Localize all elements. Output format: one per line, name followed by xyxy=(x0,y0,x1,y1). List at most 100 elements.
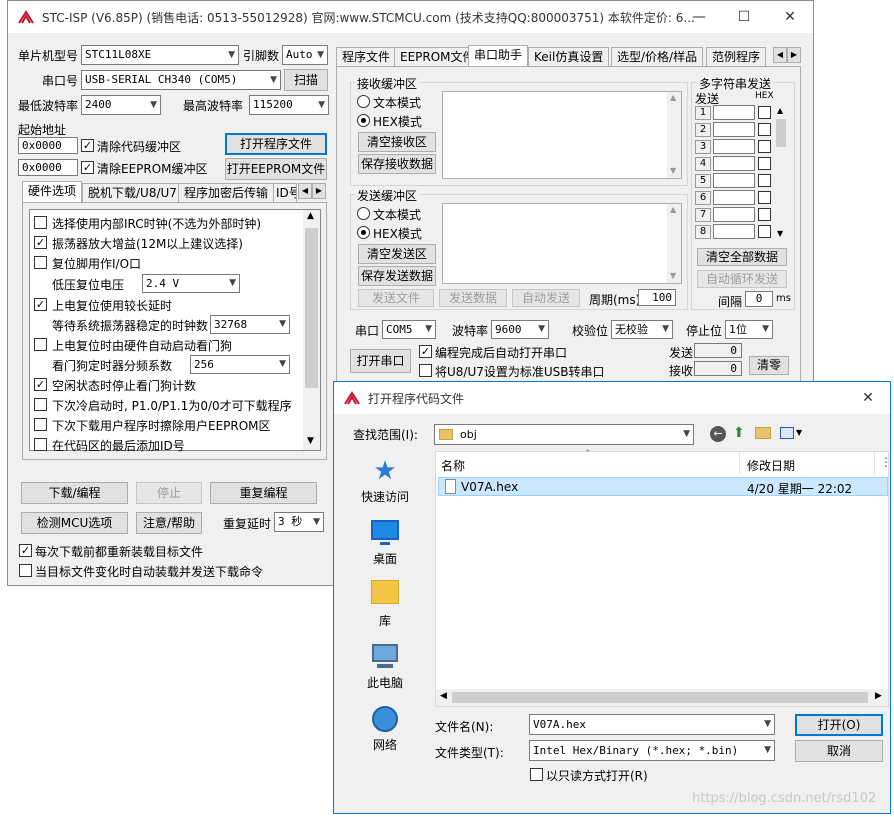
com-select[interactable]: COM5 ▼ xyxy=(382,320,436,339)
min-baud-select[interactable]: 2400 ▼ xyxy=(81,95,161,115)
scroll-down-icon[interactable]: ▼ xyxy=(777,229,783,238)
multi-row-input[interactable] xyxy=(713,139,755,154)
multi-row-hex-checkbox[interactable] xyxy=(758,140,771,153)
multi-row-number[interactable]: 4 xyxy=(695,157,711,171)
multi-row-hex-checkbox[interactable] xyxy=(758,191,771,204)
column-header-name[interactable]: 名称 xyxy=(441,457,465,474)
multi-row-number[interactable]: 7 xyxy=(695,208,711,222)
port-select[interactable]: USB-SERIAL CH340 (COM5) ▼ xyxy=(81,70,281,90)
column-header-more[interactable]: ⋮ xyxy=(880,455,892,469)
check-mcu-button[interactable]: 检测MCU选项 xyxy=(21,512,128,534)
clear-count-button[interactable]: 清零 xyxy=(749,356,789,375)
cancel-button[interactable]: 取消 xyxy=(795,740,883,762)
clear-eeprom-checkbox[interactable]: ✓ xyxy=(81,161,94,174)
send-file-button[interactable]: 发送文件 xyxy=(358,289,434,307)
options-scrollbar[interactable]: ▲ ▼ xyxy=(303,210,320,450)
send-scrollbar[interactable]: ▲ ▼ xyxy=(667,204,681,283)
tab-offline-download[interactable]: 脱机下载/U8/U7 xyxy=(82,183,183,203)
multi-row-input[interactable] xyxy=(713,105,755,120)
auto-open-checkbox[interactable]: ✓ xyxy=(419,345,432,358)
clear-all-button[interactable]: 清空全部数据 xyxy=(697,248,787,266)
multi-row-input[interactable] xyxy=(713,122,755,137)
multi-row-input[interactable] xyxy=(713,173,755,188)
tab-keil-sim[interactable]: Keil仿真设置 xyxy=(528,47,610,67)
tab-encrypted-transfer[interactable]: 程序加密后传输 xyxy=(178,183,275,203)
low-voltage-select[interactable]: 2.4 V ▼ xyxy=(142,274,240,293)
eeprom-addr-input[interactable]: 0x0000 xyxy=(18,159,78,176)
repeat-delay-select[interactable]: 3 秒 ▼ xyxy=(274,512,324,532)
clear-send-button[interactable]: 清空发送区 xyxy=(358,244,436,264)
scroll-down-icon[interactable]: ▼ xyxy=(670,271,676,280)
multi-row-input[interactable] xyxy=(713,156,755,171)
multi-row-number[interactable]: 3 xyxy=(695,140,711,154)
reload-each-checkbox[interactable]: ✓ xyxy=(19,544,32,557)
help-button[interactable]: 注意/帮助 xyxy=(136,512,202,534)
reprogram-button[interactable]: 重复编程 xyxy=(210,482,317,504)
open-program-button[interactable]: 打开程序文件 xyxy=(225,133,327,155)
column-header-date[interactable]: 修改日期 xyxy=(747,457,795,474)
multi-row-hex-checkbox[interactable] xyxy=(758,123,771,136)
multi-row-input[interactable] xyxy=(713,207,755,222)
auto-send-button[interactable]: 自动发送 xyxy=(512,289,580,307)
multi-row-number[interactable]: 6 xyxy=(695,191,711,205)
usb-checkbox[interactable] xyxy=(419,364,432,377)
multi-row-number[interactable]: 1 xyxy=(695,106,711,120)
open-button[interactable]: 打开(O) xyxy=(795,714,883,736)
option-checkbox-long-delay[interactable]: ✓ xyxy=(34,298,47,311)
save-receive-button[interactable]: 保存接收数据 xyxy=(358,154,436,174)
main-titlebar[interactable]: STC-ISP (V6.85P) (销售电话: 0513-55012928) 官… xyxy=(8,1,813,33)
multi-row-input[interactable] xyxy=(713,224,755,239)
nav-library[interactable]: 库 xyxy=(335,612,435,629)
scroll-up-icon[interactable]: ▲ xyxy=(777,106,783,115)
this-pc-icon[interactable] xyxy=(372,644,398,662)
tab-serial-assistant[interactable]: 串口助手 xyxy=(468,45,529,67)
tab-scroll-right-icon[interactable]: ▶ xyxy=(312,183,326,199)
max-baud-select[interactable]: 115200 ▼ xyxy=(249,95,329,115)
multi-row-hex-checkbox[interactable] xyxy=(758,157,771,170)
nav-this-pc[interactable]: 此电脑 xyxy=(335,674,435,691)
library-icon[interactable] xyxy=(371,580,399,604)
options-scroll-thumb[interactable] xyxy=(305,228,318,388)
right-tab-scroll-right-icon[interactable]: ▶ xyxy=(787,47,801,63)
scroll-up-icon[interactable]: ▲ xyxy=(307,211,314,221)
readonly-checkbox[interactable] xyxy=(530,768,543,781)
interval-input[interactable]: 0 xyxy=(745,291,773,307)
hscroll-thumb[interactable] xyxy=(452,692,868,703)
option-checkbox-irc[interactable] xyxy=(34,216,47,229)
column-divider[interactable] xyxy=(739,452,740,474)
multi-row-number[interactable]: 5 xyxy=(695,174,711,188)
auto-reload-checkbox[interactable] xyxy=(19,564,32,577)
receive-textarea[interactable]: ▲ ▼ xyxy=(442,91,682,179)
scroll-down-icon[interactable]: ▼ xyxy=(670,166,676,175)
file-list[interactable]: ⌃ 名称 修改日期 ⋮ V07A.hex 4/20 星期一 22:02 ◀ ▶ xyxy=(435,449,892,707)
maximize-icon[interactable]: ☐ xyxy=(721,1,767,33)
chevron-down-icon[interactable]: ▼ xyxy=(796,428,802,437)
scroll-left-icon[interactable]: ◀ xyxy=(440,691,447,701)
nav-network[interactable]: 网络 xyxy=(335,736,435,753)
receive-hex-mode-radio[interactable] xyxy=(357,114,370,127)
back-icon[interactable]: ← xyxy=(710,426,726,442)
mcu-type-select[interactable]: STC11L08XE ▼ xyxy=(81,45,239,65)
stop-button[interactable]: 停止 xyxy=(136,482,202,504)
column-divider[interactable] xyxy=(874,452,875,474)
scroll-right-icon[interactable]: ▶ xyxy=(875,691,882,701)
nav-quick-access[interactable]: 快速访问 xyxy=(335,488,435,505)
download-button[interactable]: 下载/编程 xyxy=(21,482,128,504)
tab-selection-price[interactable]: 选型/价格/样品 xyxy=(611,47,704,67)
minimize-icon[interactable]: — xyxy=(676,1,722,33)
option-checkbox-p1[interactable] xyxy=(34,398,47,411)
stop-bits-select[interactable]: 1位 ▼ xyxy=(725,320,773,339)
clear-code-checkbox[interactable]: ✓ xyxy=(81,139,94,152)
save-send-button[interactable]: 保存发送数据 xyxy=(358,266,436,286)
up-folder-icon[interactable]: ⬆ xyxy=(733,425,749,441)
file-list-hscroll[interactable]: ◀ ▶ xyxy=(436,689,888,706)
send-textarea[interactable]: ▲ ▼ xyxy=(442,203,682,284)
new-folder-icon[interactable] xyxy=(755,427,771,439)
tab-examples[interactable]: 范例程序 xyxy=(706,47,767,67)
auto-loop-button[interactable]: 自动循环发送 xyxy=(697,270,787,288)
multi-row-number[interactable]: 2 xyxy=(695,123,711,137)
multi-row-hex-checkbox[interactable] xyxy=(758,208,771,221)
dialog-close-icon[interactable]: ✕ xyxy=(845,382,891,414)
multi-row-hex-checkbox[interactable] xyxy=(758,106,771,119)
osc-wait-select[interactable]: 32768 ▼ xyxy=(210,315,290,334)
